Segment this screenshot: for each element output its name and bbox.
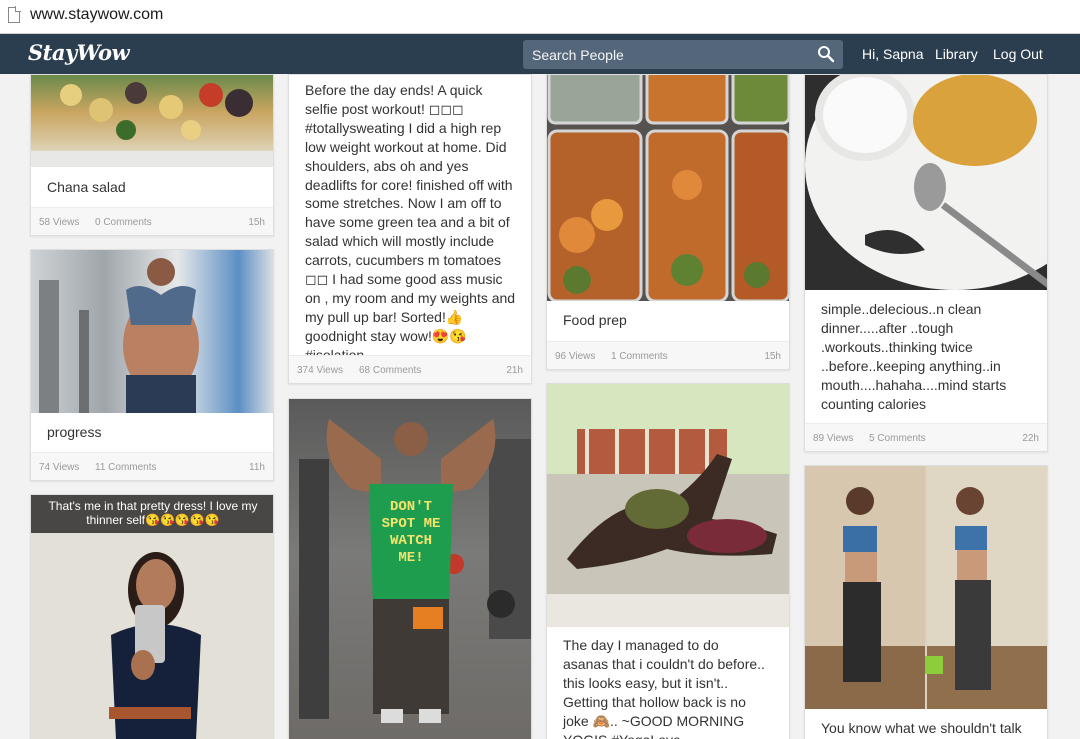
views-count: 374 Views <box>297 365 343 376</box>
post-stats: 58 Views 0 Comments 15h <box>31 207 273 235</box>
page-icon <box>8 6 21 23</box>
post-image[interactable]: That's me in that pretty dress! I love m… <box>31 495 273 739</box>
post-card[interactable]: progress 74 Views 11 Comments 11h <box>30 249 274 481</box>
post-image[interactable] <box>547 384 789 627</box>
post-card[interactable]: Before the day ends! A quick selfie post… <box>288 74 532 384</box>
staywow-logo[interactable]: StayWow <box>28 40 130 65</box>
gym-progress-photo <box>39 258 199 413</box>
top-navbar: StayWow Search People Hi, Sapna Library … <box>0 34 1080 74</box>
post-time: 22h <box>1022 433 1039 444</box>
dinner-plate-photo <box>805 75 1047 290</box>
views-count: 89 Views <box>813 433 854 444</box>
post-stats: 96 Views 1 Comments 15h <box>547 341 789 369</box>
post-stats: 74 Views 11 Comments 11h <box>31 452 273 480</box>
views-count: 58 Views <box>39 217 80 228</box>
post-text: Before the day ends! A quick selfie post… <box>305 82 516 363</box>
post-text: The day I managed to do asanas that i co… <box>563 637 765 739</box>
post-image[interactable] <box>31 250 273 413</box>
post-text: Chana salad <box>47 179 126 195</box>
post-stats: 89 Views 5 Comments 22h <box>805 423 1047 451</box>
comments-link[interactable]: 68 Comments <box>359 365 421 376</box>
before-after-photo <box>805 466 1047 709</box>
post-image[interactable] <box>805 75 1047 290</box>
post-time: 15h <box>764 351 781 362</box>
post-card[interactable]: Chana salad 58 Views 0 Comments 15h <box>30 74 274 236</box>
post-text: progress <box>47 424 102 440</box>
post-time: 15h <box>248 217 265 228</box>
views-count: 96 Views <box>555 351 596 362</box>
post-time: 11h <box>249 462 265 473</box>
post-card[interactable]: That's me in that pretty dress! I love m… <box>30 494 274 739</box>
library-link[interactable]: Library <box>935 46 978 62</box>
post-image[interactable] <box>547 75 789 301</box>
comments-link[interactable]: 5 Comments <box>869 433 926 444</box>
post-image[interactable] <box>31 75 273 167</box>
tshirt-text: DON'T SPOT ME WATCH ME! <box>381 499 441 566</box>
search-people-input[interactable]: Search People <box>523 40 843 69</box>
yoga-photo <box>547 384 789 627</box>
post-text: Food prep <box>563 312 627 328</box>
post-image[interactable]: DON'T SPOT ME WATCH ME! <box>289 399 531 739</box>
browser-address-bar[interactable]: www.staywow.com <box>0 0 1080 34</box>
photo-caption: That's me in that pretty dress! I love m… <box>31 495 273 533</box>
post-card[interactable]: The day I managed to do asanas that i co… <box>546 383 790 739</box>
logout-link[interactable]: Log Out <box>993 46 1043 62</box>
search-placeholder: Search People <box>532 47 624 63</box>
post-card[interactable]: Food prep 96 Views 1 Comments 15h <box>546 74 790 370</box>
post-time: 21h <box>506 365 523 376</box>
post-card[interactable]: You know what we shouldn't talk <box>804 465 1048 739</box>
salad-photo <box>31 82 273 167</box>
comments-link[interactable]: 0 Comments <box>95 217 152 228</box>
comments-link[interactable]: 11 Comments <box>95 462 157 473</box>
post-stats: 374 Views 68 Comments 21h <box>289 355 531 383</box>
food-prep-photo <box>547 75 789 301</box>
flex-gym-photo <box>299 419 531 723</box>
url-text[interactable]: www.staywow.com <box>30 6 163 24</box>
search-icon[interactable] <box>817 45 835 63</box>
post-text: You know what we shouldn't talk <box>821 720 1022 736</box>
comments-link[interactable]: 1 Comments <box>611 351 668 362</box>
user-greeting-link[interactable]: Hi, Sapna <box>862 46 923 62</box>
post-card[interactable]: simple..delecious..n clean dinner.....af… <box>804 74 1048 452</box>
views-count: 74 Views <box>39 462 80 473</box>
post-text: simple..delecious..n clean dinner.....af… <box>821 301 1007 412</box>
post-card[interactable]: DON'T SPOT ME WATCH ME! <box>288 398 532 739</box>
post-image[interactable] <box>805 466 1047 709</box>
